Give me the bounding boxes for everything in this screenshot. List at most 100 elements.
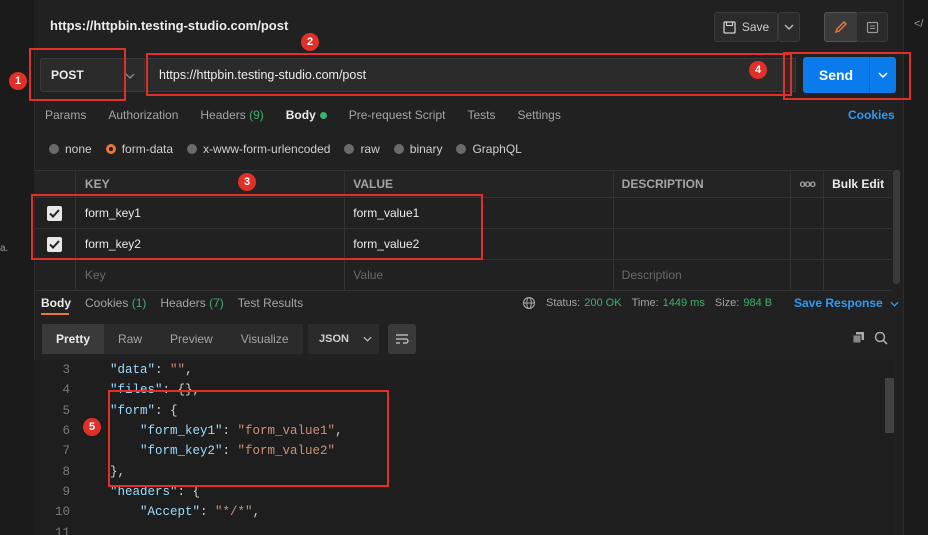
view-visualize[interactable]: Visualize bbox=[226, 324, 303, 354]
modified-dot-icon bbox=[319, 112, 327, 120]
wrap-lines-button[interactable] bbox=[388, 324, 416, 354]
description-cell[interactable] bbox=[614, 198, 792, 228]
tab-tests[interactable]: Tests bbox=[467, 108, 495, 122]
code-line: 3 "data": "", bbox=[34, 360, 884, 380]
code-text: "data": "", bbox=[110, 363, 193, 378]
header-description: DESCRIPTION bbox=[614, 171, 792, 197]
search-icon[interactable] bbox=[874, 331, 888, 348]
radio-urlencoded[interactable]: x-www-form-urlencoded bbox=[187, 142, 330, 156]
radio-label: binary bbox=[409, 142, 443, 156]
view-pretty[interactable]: Pretty bbox=[42, 324, 105, 354]
more-horizontal-icon: ooo bbox=[799, 178, 816, 190]
chevron-down-icon bbox=[363, 336, 372, 342]
annotation-box-method bbox=[29, 48, 126, 101]
response-tab-cookies-label: Cookies bbox=[85, 296, 129, 310]
description-cell[interactable] bbox=[614, 229, 792, 259]
radio-circle-icon bbox=[344, 144, 355, 154]
save-label: Save bbox=[741, 20, 770, 34]
line-number: 6 bbox=[62, 424, 70, 439]
sidebar-fragment: a. bbox=[0, 243, 9, 254]
pencil-icon bbox=[834, 21, 847, 34]
format-label: JSON bbox=[319, 333, 349, 345]
status-label: Status: bbox=[546, 297, 581, 309]
line-number: 4 bbox=[62, 383, 70, 398]
view-mode-bar: Pretty Raw Preview Visualize bbox=[42, 324, 303, 354]
radio-raw[interactable]: raw bbox=[344, 142, 380, 156]
tab-settings[interactable]: Settings bbox=[517, 108, 560, 122]
radio-label: none bbox=[65, 142, 92, 156]
table-row-new: Key Value Description bbox=[34, 260, 892, 291]
response-cookies-count: (1) bbox=[131, 296, 147, 310]
line-number: 5 bbox=[62, 403, 70, 418]
code-line: 10 "Accept": "*/*", bbox=[34, 502, 884, 522]
description-placeholder-cell[interactable]: Description bbox=[614, 260, 792, 290]
response-tab-headers[interactable]: Headers (7) bbox=[160, 296, 223, 310]
row-spacer bbox=[791, 229, 825, 259]
tab-headers-count: (9) bbox=[249, 108, 264, 122]
save-button[interactable]: Save bbox=[714, 12, 778, 42]
save-response-button[interactable]: Save Response bbox=[794, 296, 899, 310]
annotation-badge-1: 1 bbox=[9, 72, 27, 90]
radio-graphql[interactable]: GraphQL bbox=[456, 142, 522, 156]
more-options-button[interactable]: ooo bbox=[791, 171, 825, 197]
documentation-button[interactable] bbox=[856, 12, 888, 42]
row-spacer bbox=[824, 260, 892, 290]
radio-binary[interactable]: binary bbox=[393, 142, 443, 156]
annotation-box-form-json bbox=[108, 390, 389, 487]
table-scrollbar[interactable] bbox=[893, 170, 900, 284]
radio-none[interactable]: none bbox=[49, 142, 92, 156]
view-preview[interactable]: Preview bbox=[156, 324, 227, 354]
view-raw[interactable]: Raw bbox=[104, 324, 157, 354]
response-tab-test-results[interactable]: Test Results bbox=[238, 296, 303, 310]
radio-circle-icon bbox=[393, 144, 404, 154]
row-spacer bbox=[824, 229, 892, 259]
row-spacer bbox=[791, 260, 825, 290]
radio-circle-icon bbox=[456, 144, 467, 154]
radio-label: GraphQL bbox=[472, 142, 522, 156]
tab-headers-label: Headers bbox=[200, 108, 246, 122]
format-select[interactable]: JSON bbox=[308, 324, 379, 354]
response-tab-headers-label: Headers bbox=[160, 296, 206, 310]
bulk-edit-button[interactable]: Bulk Edit bbox=[824, 171, 892, 197]
value-placeholder-cell[interactable]: Value bbox=[345, 260, 614, 290]
save-icon bbox=[723, 20, 736, 34]
code-snippet-icon[interactable]: </ bbox=[914, 18, 923, 30]
radio-form-data[interactable]: form-data bbox=[105, 142, 174, 156]
response-status-area: Status: 200 OK Time: 1449 ms Size: 984 B bbox=[522, 296, 782, 310]
edit-button[interactable] bbox=[824, 12, 858, 42]
line-number: 10 bbox=[54, 505, 70, 520]
response-tab-cookies[interactable]: Cookies (1) bbox=[85, 296, 146, 310]
size-label: Size: bbox=[714, 297, 740, 309]
code-text: "headers": { bbox=[110, 484, 201, 499]
cookies-link[interactable]: Cookies bbox=[848, 108, 895, 122]
save-dropdown-button[interactable] bbox=[778, 12, 800, 42]
request-tabs: Params Authorization Headers (9) Body Pr… bbox=[45, 108, 583, 122]
time-label: Time: bbox=[631, 297, 659, 309]
copy-icon[interactable] bbox=[852, 331, 865, 347]
line-number: 3 bbox=[62, 363, 70, 378]
globe-icon bbox=[522, 296, 536, 310]
request-title: https://httpbin.testing-studio.com/post bbox=[50, 18, 289, 33]
tab-authorization[interactable]: Authorization bbox=[108, 108, 178, 122]
time-value: 1449 ms bbox=[662, 297, 705, 309]
annotation-box-send bbox=[783, 52, 911, 100]
annotation-badge-4: 4 bbox=[749, 61, 767, 79]
tab-params[interactable]: Params bbox=[45, 108, 86, 122]
method-dropdown[interactable] bbox=[125, 68, 135, 82]
response-tab-body[interactable]: Body bbox=[41, 296, 71, 310]
response-tabs: Body Cookies (1) Headers (7) Test Result… bbox=[41, 296, 317, 310]
key-placeholder-cell[interactable]: Key bbox=[76, 260, 346, 290]
status-value: 200 OK bbox=[584, 297, 622, 309]
tab-body-label: Body bbox=[285, 108, 316, 122]
chevron-down-icon bbox=[125, 73, 135, 79]
code-scrollbar-thumb[interactable] bbox=[885, 378, 894, 433]
tab-body[interactable]: Body bbox=[286, 108, 327, 122]
row-checkbox-placeholder bbox=[34, 260, 76, 290]
radio-circle-icon bbox=[49, 144, 59, 154]
row-spacer bbox=[824, 198, 892, 228]
tab-headers[interactable]: Headers (9) bbox=[200, 108, 263, 122]
save-response-label: Save Response bbox=[794, 296, 883, 310]
radio-label: form-data bbox=[121, 142, 174, 156]
line-number: 11 bbox=[54, 525, 70, 535]
tab-pre-request-script[interactable]: Pre-request Script bbox=[349, 108, 446, 122]
